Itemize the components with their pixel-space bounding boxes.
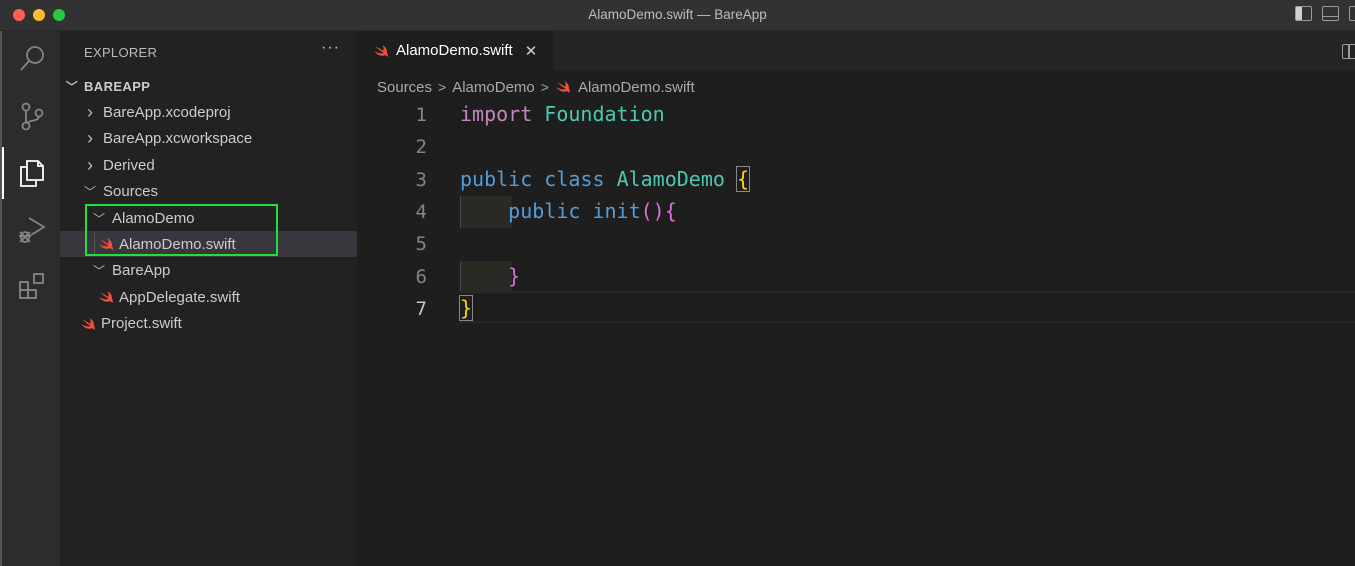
line-code: import Foundation bbox=[460, 102, 665, 126]
line-code: } bbox=[458, 294, 474, 321]
active-indicator bbox=[2, 147, 4, 199]
swift-file-icon bbox=[99, 291, 113, 304]
tab-label: AlamoDemo.swift bbox=[396, 42, 513, 59]
breadcrumb-item-alamodemo[interactable]: AlamoDemo bbox=[452, 79, 535, 96]
code-line[interactable]: 7} bbox=[357, 293, 1355, 325]
breadcrumb-item-file[interactable]: AlamoDemo.swift bbox=[578, 79, 695, 96]
close-tab-icon[interactable]: ✕ bbox=[525, 42, 538, 60]
toggle-panel-icon[interactable] bbox=[1322, 6, 1339, 21]
line-number: 7 bbox=[415, 297, 427, 320]
code-token: { bbox=[664, 198, 677, 223]
chevron-down-icon: ﹀ bbox=[92, 264, 105, 279]
run-debug-icon[interactable] bbox=[14, 212, 50, 248]
code-token: () bbox=[640, 198, 665, 223]
swift-file-icon bbox=[374, 44, 388, 57]
code-line[interactable]: 2 bbox=[357, 131, 1355, 163]
search-icon[interactable] bbox=[14, 41, 50, 77]
line-number: 5 bbox=[415, 233, 427, 256]
line-code: public init(){ bbox=[460, 199, 677, 223]
line-number: 6 bbox=[415, 265, 427, 288]
line-number: 3 bbox=[415, 168, 427, 191]
split-editor-icon[interactable] bbox=[1342, 44, 1355, 59]
line-code: } bbox=[460, 264, 520, 288]
breadcrumb-separator: > bbox=[438, 79, 447, 95]
tree-file[interactable]: AppDelegate.swift bbox=[60, 284, 357, 310]
code-token: } bbox=[508, 263, 521, 288]
tree-root-bareapp[interactable]: ﹀ BAREAPP bbox=[60, 73, 357, 99]
tree-folder[interactable]: ﹀ Sources bbox=[60, 179, 357, 205]
tree-folder[interactable]: › BareApp.xcodeproj bbox=[60, 99, 357, 125]
tree-item-label: BareApp bbox=[112, 262, 171, 280]
toggle-secondary-sidebar-icon[interactable] bbox=[1349, 6, 1355, 21]
tree-folder[interactable]: › Derived bbox=[60, 152, 357, 178]
code-token: public bbox=[508, 198, 581, 223]
tree-item-label: Derived bbox=[103, 156, 155, 174]
tree-file[interactable]: Project.swift bbox=[60, 311, 357, 337]
activity-bar bbox=[0, 31, 60, 566]
breadcrumb-item-sources[interactable]: Sources bbox=[377, 79, 432, 96]
line-number: 2 bbox=[415, 136, 427, 159]
code-token: import bbox=[460, 102, 533, 126]
code-line[interactable]: 5 bbox=[357, 228, 1355, 260]
swift-file-icon bbox=[555, 81, 570, 93]
code-token: { bbox=[735, 165, 751, 192]
title-bar: AlamoDemo.swift — BareApp bbox=[0, 0, 1355, 31]
chevron-right-icon: › bbox=[87, 101, 93, 122]
breadcrumb-separator: > bbox=[540, 79, 549, 95]
code-token: class bbox=[544, 166, 605, 191]
chevron-right-icon: › bbox=[87, 128, 93, 149]
toggle-primary-sidebar-icon[interactable] bbox=[1295, 6, 1312, 21]
code-editor[interactable]: 1 import Foundation 2 3 public class AlamoDe… bbox=[357, 98, 1355, 566]
tree-folder[interactable]: › BareApp.xcworkspace bbox=[60, 126, 357, 152]
chevron-down-icon: ﹀ bbox=[83, 185, 96, 200]
tree-item-label: Sources bbox=[103, 183, 159, 201]
swift-file-icon bbox=[81, 317, 95, 330]
chevron-down-icon: ﹀ bbox=[65, 79, 79, 94]
window-title: AlamoDemo.swift — BareApp bbox=[588, 7, 767, 22]
code-token: init bbox=[592, 198, 641, 223]
line-code: public class AlamoDemo { bbox=[460, 165, 751, 192]
tree-item-label: Project.swift bbox=[101, 315, 182, 333]
code-token: public bbox=[460, 166, 533, 191]
code-line[interactable]: 3 public class AlamoDemo { bbox=[357, 164, 1355, 196]
code-line[interactable]: 6 } bbox=[357, 261, 1355, 293]
files-icon[interactable] bbox=[14, 155, 50, 191]
source-control-icon[interactable] bbox=[14, 98, 50, 134]
tree-item-label: BareApp.xcodeproj bbox=[103, 103, 231, 121]
extensions-icon[interactable] bbox=[14, 269, 50, 305]
line-number: 1 bbox=[415, 104, 427, 126]
tree-item-label: BareApp.xcworkspace bbox=[103, 130, 253, 148]
code-line[interactable]: 4 public init(){ bbox=[357, 196, 1355, 228]
tree-item-label: BAREAPP bbox=[84, 78, 151, 94]
line-number: 4 bbox=[415, 200, 427, 223]
code-token: } bbox=[458, 294, 474, 321]
tab-bar: AlamoDemo.swift ✕ bbox=[357, 31, 1355, 70]
code-line[interactable]: 1 import Foundation bbox=[357, 99, 1355, 131]
breadcrumb: Sources > AlamoDemo > AlamoDemo.swift bbox=[377, 77, 695, 97]
tree-item-label: AppDelegate.swift bbox=[119, 288, 240, 306]
code-token: Foundation bbox=[544, 102, 665, 126]
tab-alamodemo-swift[interactable]: AlamoDemo.swift ✕ bbox=[357, 31, 553, 70]
code-token: AlamoDemo bbox=[616, 166, 725, 191]
layout-controls bbox=[1295, 6, 1355, 21]
highlight-annotation bbox=[85, 204, 278, 256]
more-actions-button[interactable]: ··· bbox=[321, 39, 340, 57]
chevron-right-icon: › bbox=[87, 154, 93, 175]
explorer-title: EXPLORER bbox=[84, 45, 158, 60]
tree-folder[interactable]: ﹀ BareApp bbox=[60, 258, 357, 284]
